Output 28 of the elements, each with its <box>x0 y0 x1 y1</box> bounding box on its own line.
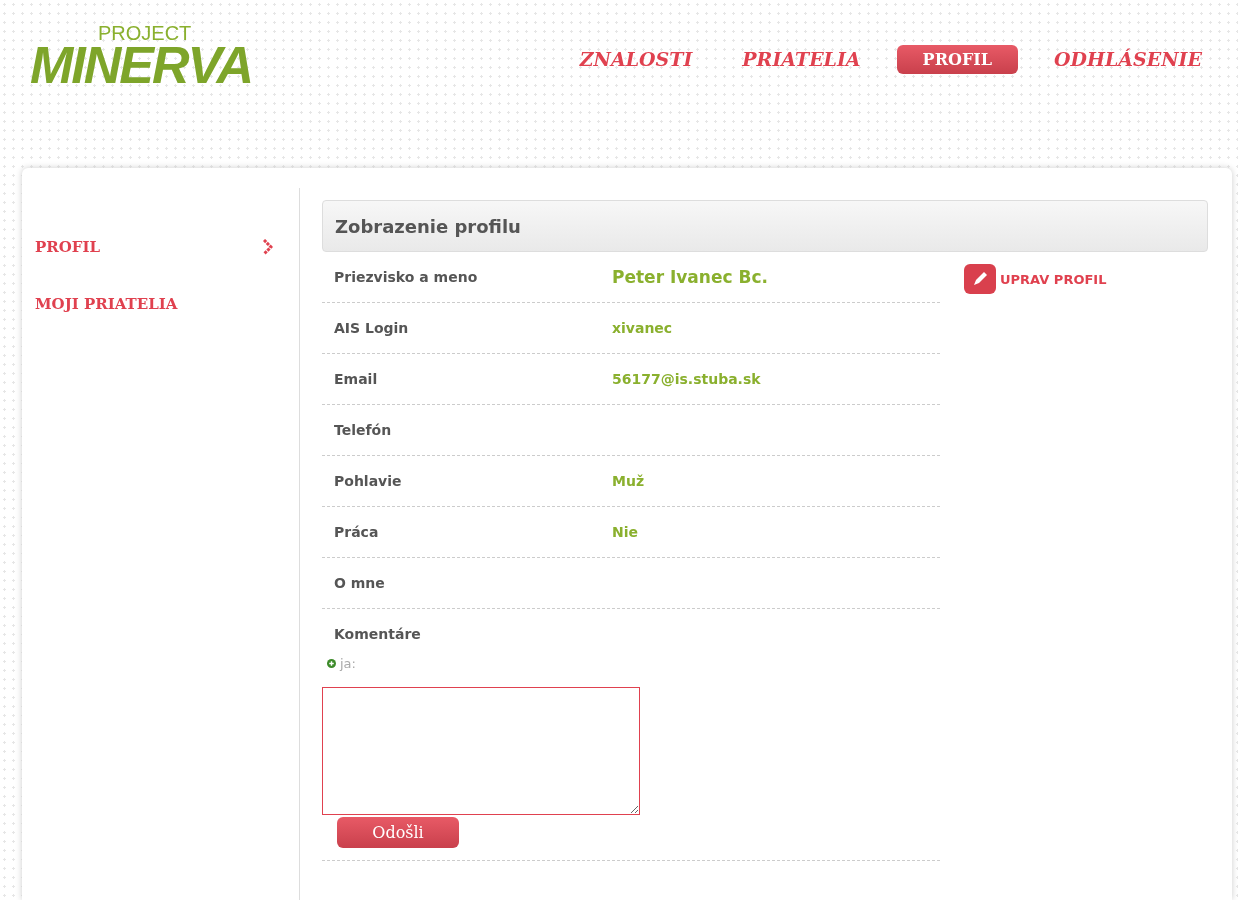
plus-icon <box>327 658 336 668</box>
logo-text[interactable]: MINERVA <box>30 42 252 88</box>
comments-heading: Komentáre <box>334 626 422 642</box>
field-value: 56177@is.stuba.sk <box>612 371 761 387</box>
field-label: Práca <box>334 524 380 540</box>
sidebar-item[interactable]: MOJI PRIATELIA <box>35 294 178 313</box>
field-value: Nie <box>612 524 638 540</box>
field-label: Telefón <box>334 422 393 438</box>
nav-link[interactable]: ZNALOSTI <box>565 44 707 74</box>
edit-profile-link[interactable]: UPRAV PROFIL <box>964 264 1107 294</box>
pencil-icon <box>964 264 996 294</box>
field-label: Pohlavie <box>334 473 403 489</box>
panel-title: Zobrazenie profilu <box>335 215 521 237</box>
field-value: Muž <box>612 473 645 489</box>
send-button[interactable]: Odošli <box>337 817 459 848</box>
field-value: Peter Ivanec Bc. <box>612 267 768 287</box>
field-value: xivanec <box>612 320 673 336</box>
sidebar-item[interactable]: PROFIL <box>35 237 101 256</box>
nav-link[interactable]: PRIATELIA <box>728 44 875 74</box>
comment-author: ja: <box>340 655 356 671</box>
field-label: Priezvisko a meno <box>334 269 479 285</box>
field-label: AIS Login <box>334 320 410 336</box>
logo-subtitle: PROJECT <box>98 24 192 42</box>
nav-link[interactable]: ODHLÁSENIE <box>1039 44 1216 74</box>
field-label: Email <box>334 371 379 387</box>
comment-field[interactable] <box>322 687 640 815</box>
field-label: O mne <box>334 575 386 591</box>
nav-link[interactable]: PROFIL <box>896 44 1018 74</box>
